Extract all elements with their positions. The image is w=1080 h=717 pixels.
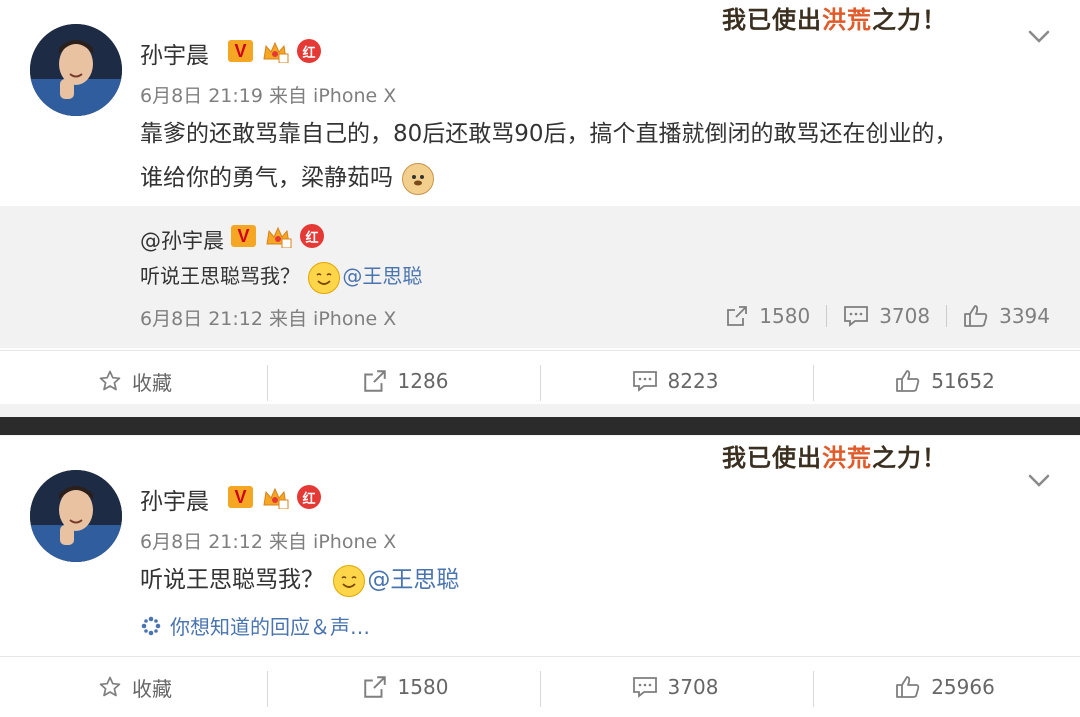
post-text-body: 听说王思聪骂我？ (140, 567, 324, 593)
star-icon (98, 675, 122, 699)
repost-icon (362, 368, 388, 394)
vip-crown-icon[interactable] (261, 485, 289, 510)
promo-banner: 我已使出洪荒之力！ (722, 438, 1032, 476)
post-meta: 6月8日 21:12 来自 iPhone X (140, 531, 397, 553)
repost-button[interactable]: 1286 (270, 351, 540, 411)
vip-crown-icon[interactable] (261, 39, 289, 64)
quoted-post[interactable]: @孙宇晨 V 红 听说王思聪骂我？ @王思聪 6月8日 21:12 来自 iPh… (0, 206, 1080, 348)
favorite-button[interactable]: 收藏 (0, 657, 270, 717)
comment-button[interactable]: 8223 (540, 351, 810, 411)
quoted-username[interactable]: @孙宇晨 (140, 225, 224, 255)
repost-icon (725, 304, 749, 328)
quoted-repost-button[interactable]: 1580 (725, 304, 810, 328)
banner-text-1: 我已使出 (722, 6, 822, 34)
thumbs-up-icon (895, 675, 921, 699)
divider-bar (0, 417, 1080, 435)
quoted-repost-count: 1580 (759, 304, 811, 328)
comment-count: 3708 (667, 675, 719, 699)
repost-count: 1580 (397, 675, 449, 699)
post-text: 听说王思聪骂我？ @王思聪 (140, 558, 1060, 602)
repost-button[interactable]: 1580 (270, 657, 540, 717)
repost-icon (362, 674, 388, 700)
verified-badge-icon[interactable]: V (228, 40, 253, 62)
banner-text-2: 洪荒 (822, 6, 872, 34)
thumbs-up-icon (963, 304, 989, 328)
username[interactable]: 孙宇晨 (140, 482, 209, 516)
red-badge-icon[interactable]: 红 (297, 39, 321, 63)
comment-icon (632, 675, 658, 699)
quoted-text: 听说王思聪骂我？ @王思聪 (140, 254, 1060, 298)
avatar[interactable] (30, 470, 122, 562)
action-separator (267, 365, 268, 401)
action-separator (267, 671, 268, 707)
weibo-post-1: 孙宇晨 V 红 6月8日 21:19 来自 iPhone X 我已使出洪荒之力！… (0, 0, 1080, 404)
thumbs-up-icon (895, 369, 921, 393)
favorite-label: 收藏 (132, 676, 172, 701)
star-icon (98, 369, 122, 393)
quoted-meta: 6月8日 21:12 来自 iPhone X (140, 308, 397, 330)
repost-count: 1286 (397, 369, 449, 393)
banner-text-2: 洪荒 (822, 444, 872, 472)
banner-text-1: 我已使出 (722, 444, 822, 472)
quoted-actions: 1580 3708 3394 (725, 304, 1050, 328)
comment-icon (632, 369, 658, 393)
favorite-button[interactable]: 收藏 (0, 351, 270, 411)
banner-text-3: 之力！ (872, 444, 947, 472)
post-action-bar: 收藏 1580 3708 25966 (0, 656, 1080, 717)
sparkle-icon (140, 615, 162, 637)
smile-emoji-icon (333, 564, 366, 597)
comment-count: 8223 (667, 369, 719, 393)
chevron-down-icon[interactable] (1028, 30, 1050, 44)
like-count: 51652 (931, 369, 995, 393)
response-link[interactable]: 你想知道的回应＆声… (140, 611, 370, 640)
weibo-post-2: 孙宇晨 V 红 6月8日 21:12 来自 iPhone X 我已使出洪荒之力！… (0, 436, 1080, 716)
chevron-down-icon[interactable] (1028, 474, 1050, 488)
like-count: 25966 (931, 675, 995, 699)
quoted-comment-button[interactable]: 3708 (843, 304, 930, 328)
vip-crown-icon[interactable] (264, 224, 292, 249)
avatar[interactable] (30, 24, 122, 116)
post-text: 靠爹的还敢骂靠自己的，80后还敢骂90后，搞个直播就倒闭的敢骂还在创业的， 谁给… (140, 112, 1060, 200)
quoted-comment-count: 3708 (879, 304, 931, 328)
quoted-like-count: 3394 (999, 304, 1050, 328)
doge-emoji-icon (402, 162, 435, 195)
quoted-action-separator (946, 305, 948, 327)
user-badges: V 红 (228, 485, 321, 510)
quoted-action-separator (826, 305, 828, 327)
quoted-text-body: 听说王思聪骂我？ (140, 264, 300, 288)
username[interactable]: 孙宇晨 (140, 36, 209, 70)
quoted-user-badges: V 红 (231, 224, 324, 249)
screenshot-divider (0, 404, 1080, 436)
post-text-line-1: 靠爹的还敢骂靠自己的，80后还敢骂90后，搞个直播就倒闭的敢骂还在创业的， (140, 121, 958, 147)
promo-banner: 我已使出洪荒之力！ (722, 0, 1032, 38)
quoted-like-button[interactable]: 3394 (963, 304, 1050, 328)
post-action-bar: 收藏 1286 8223 51652 (0, 350, 1080, 411)
verified-badge-icon[interactable]: V (228, 486, 253, 508)
user-badges: V 红 (228, 39, 321, 64)
comment-icon (843, 304, 869, 328)
banner-text-3: 之力！ (872, 6, 947, 34)
post-text-line-2: 谁给你的勇气，梁静茹吗 (140, 165, 393, 191)
verified-badge-icon[interactable]: V (231, 225, 256, 247)
comment-button[interactable]: 3708 (540, 657, 810, 717)
smile-emoji-icon (308, 261, 341, 294)
response-link-label: 你想知道的回应＆声… (170, 615, 370, 639)
mention-link[interactable]: @王思聪 (342, 264, 422, 288)
red-badge-icon[interactable]: 红 (297, 485, 321, 509)
post-meta: 6月8日 21:19 来自 iPhone X (140, 85, 397, 107)
like-button[interactable]: 25966 (810, 657, 1080, 717)
like-button[interactable]: 51652 (810, 351, 1080, 411)
red-badge-icon[interactable]: 红 (300, 224, 324, 248)
mention-link[interactable]: @王思聪 (367, 567, 459, 593)
favorite-label: 收藏 (132, 370, 172, 395)
